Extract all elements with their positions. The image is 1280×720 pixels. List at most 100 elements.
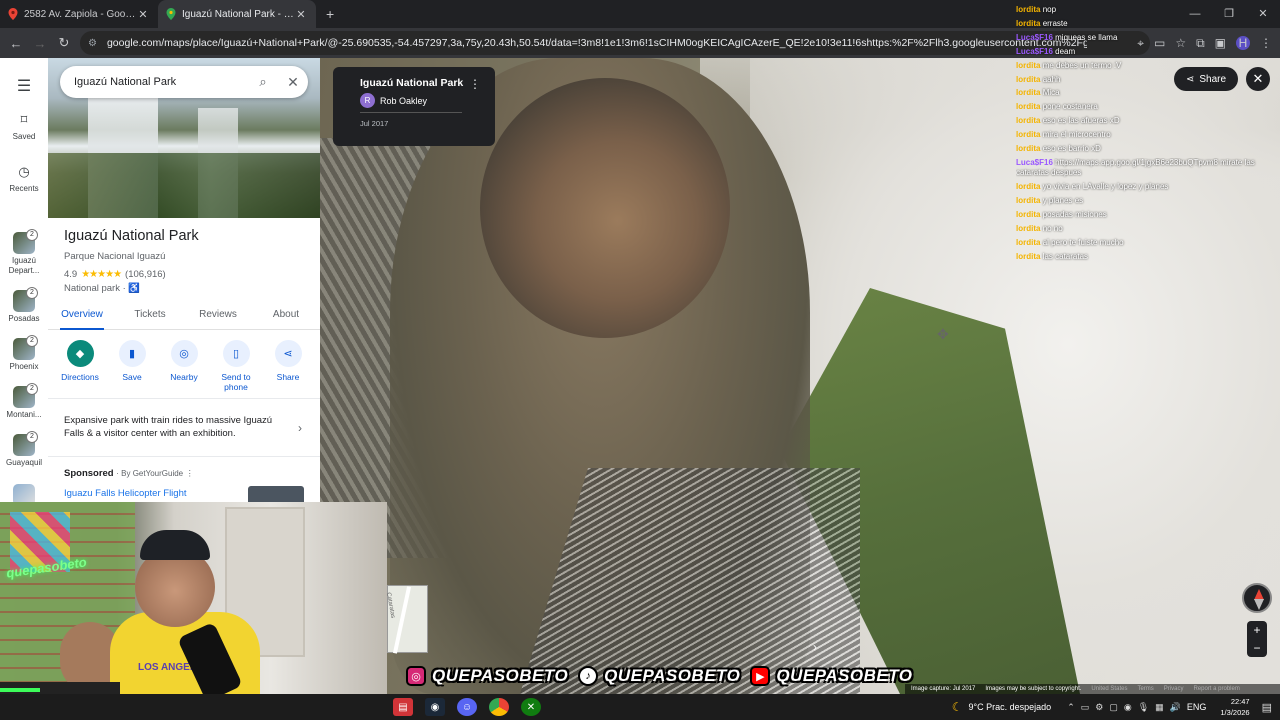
close-tab-icon[interactable]: ✕ <box>294 8 308 21</box>
language-indicator[interactable]: ENG <box>1187 702 1207 712</box>
action-label: Share <box>276 372 300 382</box>
recent-place[interactable]: 2 Guayaquil <box>0 431 48 467</box>
rail-recents[interactable]: ◷ Recents <box>0 164 48 193</box>
chat-text: nop <box>1042 5 1057 14</box>
place-panel: Iguazú National Park ⌕ ✕ Iguazú National… <box>48 58 320 504</box>
more-options-icon[interactable]: ⋮ <box>186 469 194 478</box>
chevron-up-icon[interactable]: ⌃ <box>1067 702 1075 713</box>
tab-title: 2582 Av. Zapiola - Google Maps <box>24 8 136 20</box>
notifications-icon[interactable]: ▤ <box>1262 701 1272 714</box>
next-photo-icon[interactable]: › <box>813 640 817 654</box>
street-view-footer: Image capture: Jul 2017 Images may be su… <box>905 684 1280 694</box>
recent-place[interactable]: 2 Iguazú Depart... <box>0 229 48 276</box>
tab-reviews[interactable]: Reviews <box>184 304 252 329</box>
xbox-icon[interactable]: ✕ <box>521 698 541 716</box>
chrome-icon[interactable] <box>489 698 509 716</box>
zoom-in-icon[interactable]: + <box>1247 621 1267 639</box>
action-label: Nearby <box>170 372 198 382</box>
network-icon[interactable]: ▦ <box>1155 702 1164 713</box>
tray-app-icon[interactable]: ◉ <box>1124 702 1132 713</box>
ad-link[interactable]: Iguazu Falls Helicopter Flight <box>64 488 187 499</box>
badge: 2 <box>26 287 38 299</box>
rating-value: 4.9 <box>64 269 78 280</box>
volume-icon[interactable]: 🔊 <box>1170 702 1181 713</box>
chat-username: lordita <box>1016 130 1041 140</box>
place-thumbnail: 2 <box>13 335 38 360</box>
steam-icon[interactable]: ◉ <box>425 698 445 716</box>
save-button[interactable]: ▮ Save <box>106 340 158 392</box>
recent-place[interactable]: 2 Montani... <box>0 383 48 419</box>
reload-icon[interactable]: ↻ <box>52 35 76 51</box>
zoom-out-icon[interactable]: − <box>1247 639 1267 657</box>
chat-username: lordita <box>1016 251 1041 261</box>
maps-pin-icon <box>166 8 176 20</box>
footer-terms[interactable]: Terms <box>1137 686 1153 692</box>
tab-overview[interactable]: Overview <box>48 304 116 330</box>
new-tab-button[interactable]: + <box>316 0 344 28</box>
discord-icon[interactable]: ☺ <box>457 698 477 716</box>
bookmark-icon: ▮ <box>118 340 146 367</box>
place-actions: ◆ Directions ▮ Save ◎ Nearby ▯ Send to p… <box>48 340 320 392</box>
clear-search-icon[interactable]: ✕ <box>278 74 308 91</box>
tray-app-icon[interactable]: ⚙ <box>1095 702 1103 713</box>
url-text: google.com/maps/place/Iguazú+National+Pa… <box>106 37 1087 49</box>
chat-username: lordita <box>1016 74 1041 84</box>
recent-place[interactable]: 2 Phoenix <box>0 335 48 371</box>
share-button[interactable]: ⋖ Share <box>262 340 314 392</box>
sponsored-label: Sponsored <box>64 468 114 479</box>
recent-place[interactable]: 2 Posadas <box>0 287 48 323</box>
social-handle: QUEPASOBETO <box>776 666 913 685</box>
recent-label: Iguazú Depart... <box>8 256 40 275</box>
author-avatar: R <box>360 93 375 108</box>
site-info-icon[interactable]: ⚙ <box>88 38 97 49</box>
action-label: Save <box>122 372 142 382</box>
menu-hamburger-icon[interactable]: ☰ <box>0 76 48 96</box>
weather-icon[interactable]: ☾ <box>952 700 963 714</box>
tray-app-icon[interactable]: ▢ <box>1109 702 1118 713</box>
sponsored-header: Sponsored · By GetYourGuide ⋮ <box>64 468 194 479</box>
windows-taskbar: ▤ ◉ ☺ ✕ ☾ 9°C Prac. despejado ⌃ ▭ ⚙ ▢ ◉ … <box>0 694 1280 720</box>
send-to-phone-button[interactable]: ▯ Send to phone <box>210 340 262 392</box>
app-icon[interactable]: ▤ <box>393 698 413 716</box>
weather-text[interactable]: 9°C Prac. despejado <box>969 702 1052 712</box>
more-options-icon[interactable]: ⋮ <box>469 77 481 91</box>
tab-about[interactable]: About <box>252 304 320 329</box>
zoom-controls: + − <box>1247 621 1267 657</box>
action-label: Directions <box>61 372 99 382</box>
footer-report[interactable]: Report a problem <box>1193 686 1239 692</box>
author-row[interactable]: R Rob Oakley <box>360 93 483 108</box>
recent-label: Phoenix <box>9 362 39 371</box>
chat-message: lordita no no <box>1016 222 1276 236</box>
place-subtitle: Parque Nacional Iguazú <box>64 251 166 262</box>
close-tab-icon[interactable]: ✕ <box>136 8 150 21</box>
browser-tab-1[interactable]: 2582 Av. Zapiola - Google Maps ✕ <box>0 0 158 28</box>
nearby-button[interactable]: ◎ Nearby <box>158 340 210 392</box>
search-icon[interactable]: ⌕ <box>248 74 278 90</box>
footer-copyright: Images may be subject to copyright. <box>985 686 1082 692</box>
clock[interactable]: 22:47 1/3/2026 <box>1220 696 1249 718</box>
footer-country[interactable]: United States <box>1091 686 1127 692</box>
back-icon[interactable]: ← <box>4 36 28 51</box>
chat-username: Luca$F16 <box>1016 46 1053 56</box>
taskbar-apps: ▤ ◉ ☺ ✕ <box>393 694 541 720</box>
share-icon: ⋖ <box>274 340 302 367</box>
tab-tickets[interactable]: Tickets <box>116 304 184 329</box>
browser-tab-2[interactable]: Iguazú National Park - Google M ✕ <box>158 0 316 28</box>
forward-icon[interactable]: → <box>28 36 52 51</box>
divider <box>360 112 462 113</box>
address-bar[interactable]: ⚙ google.com/maps/place/Iguazú+National+… <box>80 31 1150 55</box>
place-description[interactable]: Expansive park with train rides to massi… <box>64 414 284 440</box>
compass-icon[interactable] <box>1242 583 1272 613</box>
footer-privacy[interactable]: Privacy <box>1164 686 1184 692</box>
place-category: National park · ♿ <box>64 283 141 294</box>
search-input[interactable]: Iguazú National Park ⌕ ✕ <box>60 66 308 98</box>
author-name: Rob Oakley <box>380 95 428 106</box>
chat-text: eso es barrio xD <box>1042 144 1101 154</box>
directions-button[interactable]: ◆ Directions <box>54 340 106 392</box>
tray-app-icon[interactable]: ▭ <box>1081 702 1090 713</box>
minimap[interactable]: Cataratas <box>385 585 428 654</box>
chevron-right-icon[interactable]: › <box>298 421 302 435</box>
mic-icon[interactable]: 🎙 <box>1138 702 1149 713</box>
reviews-count[interactable]: (106,916) <box>125 269 166 280</box>
rail-saved[interactable]: ⌑ Saved <box>0 112 48 141</box>
